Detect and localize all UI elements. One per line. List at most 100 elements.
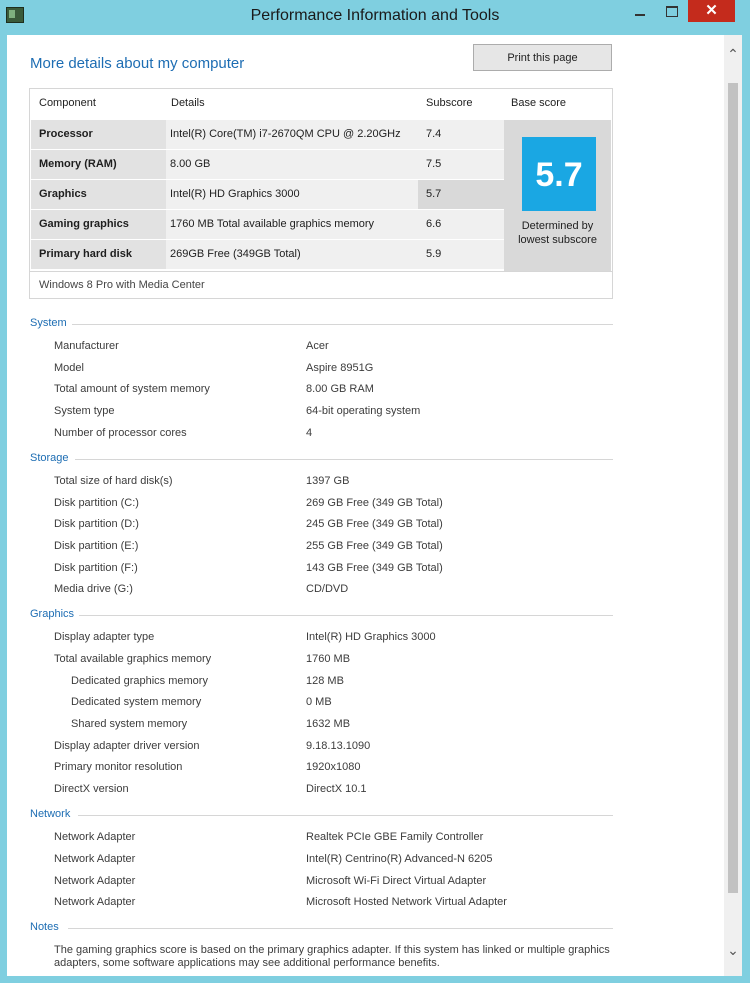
window-content: More details about my computer Print thi… (7, 35, 742, 976)
header-details: Details (171, 97, 205, 109)
section-title: Graphics (30, 608, 75, 620)
component-name: Gaming graphics (31, 210, 166, 239)
info-value: Acer (306, 340, 329, 352)
info-key: Manufacturer (54, 340, 119, 352)
section-title: Storage (30, 452, 69, 464)
base-score-panel: 5.7 Determined by lowest subscore (504, 120, 611, 271)
info-value: Microsoft Wi-Fi Direct Virtual Adapter (306, 875, 487, 887)
score-row-processor: Processor Intel(R) Core(TM) i7-2670QM CP… (30, 120, 504, 150)
info-key: Total size of hard disk(s) (54, 475, 173, 487)
info-key: Disk partition (C:) (54, 497, 139, 509)
info-key: Shared system memory (71, 718, 188, 730)
info-value: Intel(R) HD Graphics 3000 (306, 631, 436, 643)
info-value: 269 GB Free (349 GB Total) (306, 497, 443, 509)
base-score-caption: Determined by lowest subscore (504, 219, 611, 247)
component-subscore: 7.4 (418, 120, 504, 149)
chevron-down-icon[interactable]: ⌄ (724, 939, 742, 961)
component-subscore: 7.5 (418, 150, 504, 179)
component-details: 269GB Free (349GB Total) (166, 240, 418, 269)
score-table: Component Details Subscore Base score Pr… (29, 88, 613, 299)
component-subscore: 5.7 (418, 180, 504, 209)
component-name: Memory (RAM) (31, 150, 166, 179)
info-key: Dedicated system memory (71, 696, 202, 708)
component-name: Primary hard disk (31, 240, 166, 269)
info-value: Aspire 8951G (306, 362, 374, 374)
component-name: Processor (31, 120, 166, 149)
section-storage: Storage (30, 452, 613, 466)
vertical-scrollbar[interactable]: ⌃ ⌄ (724, 35, 742, 976)
os-edition: Windows 8 Pro with Media Center (30, 271, 612, 299)
info-value: 1632 MB (306, 718, 351, 730)
print-button[interactable]: Print this page (473, 44, 612, 71)
info-key: Disk partition (F:) (54, 562, 138, 574)
info-value: 0 MB (306, 696, 332, 708)
info-value: 1760 MB (306, 653, 351, 665)
close-button[interactable]: ✕ (688, 0, 735, 22)
title-bar: Performance Information and Tools ✕ (0, 0, 750, 35)
info-key: Display adapter type (54, 631, 155, 643)
info-value: Realtek PCIe GBE Family Controller (306, 831, 484, 843)
score-row-hard-disk: Primary hard disk 269GB Free (349GB Tota… (30, 240, 504, 270)
info-value: 1920x1080 (306, 761, 361, 773)
info-value: 4 (306, 427, 313, 439)
section-notes: Notes (30, 921, 613, 935)
maximize-button[interactable] (657, 0, 687, 22)
info-value: Intel(R) Centrino(R) Advanced-N 6205 (306, 853, 493, 865)
info-value: 245 GB Free (349 GB Total) (306, 518, 443, 530)
info-value: 128 MB (306, 675, 344, 687)
section-graphics: Graphics (30, 608, 613, 622)
info-value: 1397 GB (306, 475, 350, 487)
score-row-gaming-graphics: Gaming graphics 1760 MB Total available … (30, 210, 504, 240)
component-subscore: 6.6 (418, 210, 504, 239)
info-key: Disk partition (E:) (54, 540, 139, 552)
info-key: Total available graphics memory (54, 653, 212, 665)
info-value: 143 GB Free (349 GB Total) (306, 562, 443, 574)
score-row-graphics: Graphics Intel(R) HD Graphics 3000 5.7 (30, 180, 504, 210)
info-key: Disk partition (D:) (54, 518, 139, 530)
info-key: Media drive (G:) (54, 583, 133, 595)
info-key: Network Adapter (54, 831, 136, 843)
component-subscore: 5.9 (418, 240, 504, 269)
info-value: Microsoft Hosted Network Virtual Adapter (306, 896, 507, 908)
base-score-tile: 5.7 (522, 137, 596, 211)
base-caption-line-1: Determined by (521, 220, 594, 232)
section-divider (78, 815, 613, 816)
info-key: Number of processor cores (54, 427, 187, 439)
page-title: More details about my computer (30, 55, 245, 72)
info-key: Network Adapter (54, 875, 136, 887)
info-value: CD/DVD (306, 583, 349, 595)
header-component: Component (39, 97, 96, 109)
score-row-memory: Memory (RAM) 8.00 GB 7.5 (30, 150, 504, 180)
chevron-up-icon[interactable]: ⌃ (724, 43, 742, 65)
component-details: 1760 MB Total available graphics memory (166, 210, 418, 239)
component-details: 8.00 GB (166, 150, 418, 179)
info-key: Display adapter driver version (54, 740, 200, 752)
notes-text: The gaming graphics score is based on th… (54, 944, 610, 969)
component-details: Intel(R) HD Graphics 3000 (166, 180, 418, 209)
section-divider (75, 459, 613, 460)
header-base-score: Base score (511, 97, 567, 109)
section-divider (79, 615, 613, 616)
base-caption-line-2: lowest subscore (518, 234, 597, 246)
info-key: Network Adapter (54, 896, 136, 908)
minimize-button[interactable] (625, 0, 655, 22)
info-key: Network Adapter (54, 853, 136, 865)
info-value: 9.18.13.1090 (306, 740, 371, 752)
info-value: DirectX 10.1 (306, 783, 367, 795)
info-key: Total amount of system memory (54, 383, 210, 395)
section-title: Notes (30, 921, 59, 933)
info-value: 64-bit operating system (306, 405, 421, 417)
section-system: System (30, 317, 613, 331)
section-divider (68, 928, 613, 929)
info-key: Primary monitor resolution (54, 761, 183, 773)
info-value: 255 GB Free (349 GB Total) (306, 540, 443, 552)
section-divider (72, 324, 613, 325)
info-key: System type (54, 405, 115, 417)
info-key: Dedicated graphics memory (71, 675, 208, 687)
scrollbar-thumb[interactable] (728, 83, 738, 893)
info-value: 8.00 GB RAM (306, 383, 374, 395)
info-key: DirectX version (54, 783, 129, 795)
section-title: Network (30, 808, 71, 820)
header-subscore: Subscore (426, 97, 473, 109)
component-details: Intel(R) Core(TM) i7-2670QM CPU @ 2.20GH… (166, 120, 418, 149)
